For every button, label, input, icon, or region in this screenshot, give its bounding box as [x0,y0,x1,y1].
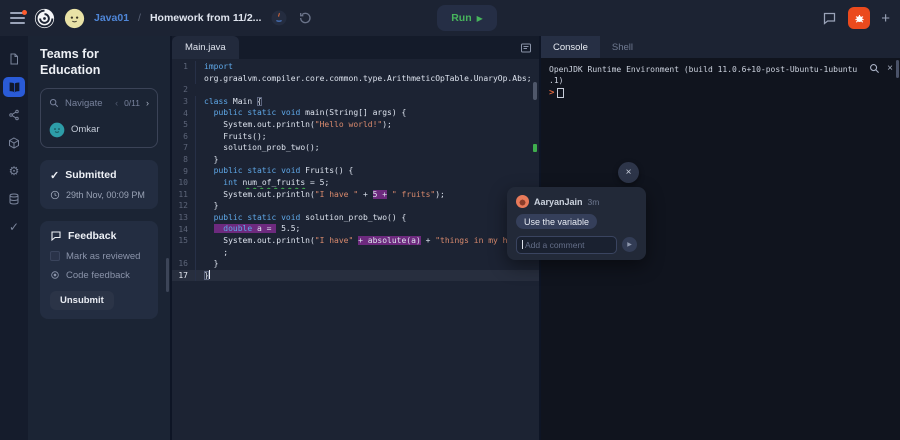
teams-education-panel: Teams for Education Navigate ‹ 0/11 › Om… [28,36,170,440]
top-bar: Java01 / Homework from 11/2... Run ▶ + [0,0,900,36]
mark-reviewed-checkbox[interactable] [50,251,60,261]
student-avatar [49,122,65,138]
feedback-title: Feedback [68,230,116,242]
code-line[interactable]: 15 System.out.println("I have" + absolut… [172,235,539,247]
breadcrumb-repl-title[interactable]: Homework from 11/2... [150,12,261,24]
code-feedback-label: Code feedback [66,270,130,281]
commenter-avatar [516,195,529,208]
share-icon[interactable] [3,105,25,125]
code-line[interactable]: 5 System.out.println("Hello world!"); [172,119,539,131]
comment-input[interactable]: Add a comment [516,236,617,254]
code-line[interactable]: 3class Main { [172,96,539,108]
text-cursor [522,240,523,249]
package-icon[interactable] [3,133,25,153]
console-line: OpenJDK Runtime Environment (build 11.0.… [549,65,892,76]
code-line[interactable]: 2 [172,84,539,96]
console-tab-bar: Console Shell [541,36,900,58]
console-line: .1) [549,76,892,87]
navigate-card: Navigate ‹ 0/11 › Omkar [40,88,158,148]
comment-send-button[interactable]: ▶ [622,237,637,252]
submitted-timestamp: 29th Nov, 00:09 PM [66,190,145,200]
search-icon [49,98,59,108]
code-line[interactable]: 4 public static void main(String[] args)… [172,107,539,119]
mark-reviewed-label: Mark as reviewed [66,251,140,262]
sidebar-scrollbar[interactable] [166,258,169,292]
play-icon: ▶ [477,14,483,23]
panel-title: Teams for Education [40,46,158,79]
comment-input-placeholder: Add a comment [525,240,585,250]
editor-caret [209,270,211,279]
database-icon[interactable] [3,189,25,209]
code-line[interactable]: 14 double a = 5.5; [172,223,539,235]
unsubmit-button[interactable]: Unsubmit [50,291,114,310]
student-name: Omkar [71,124,100,135]
console-cursor[interactable] [557,88,564,98]
code-line[interactable]: 7 solution_prob_two(); [172,142,539,154]
navigate-input[interactable]: Navigate [65,98,109,109]
code-line[interactable]: 1import [172,61,539,73]
gear-icon[interactable]: ⚙ [3,161,25,181]
history-icon[interactable] [297,10,313,26]
code-line[interactable]: 9 public static void Fruits() { [172,165,539,177]
bug-report-button[interactable] [848,7,870,29]
console-clear-icon[interactable]: × [887,64,893,74]
left-icon-rail: ⚙ ✓ [0,36,28,440]
student-row[interactable]: Omkar [49,122,149,138]
education-book-icon[interactable] [3,77,25,97]
code-line[interactable]: 17} [172,270,539,282]
code-line[interactable]: 8 } [172,154,539,166]
feedback-bubble-icon [50,230,62,242]
commenter-name: AaryanJain [534,197,583,207]
new-tab-plus-icon[interactable]: + [881,10,890,27]
code-line[interactable]: ; [172,247,539,259]
console-scrollbar[interactable] [896,60,899,78]
comment-text: Use the variable [516,214,597,229]
editor-warning-mark [533,144,537,152]
comment-close-button[interactable]: × [618,162,639,183]
tab-main-java[interactable]: Main.java [172,36,239,59]
mark-reviewed-row[interactable]: Mark as reviewed [50,251,148,262]
run-button[interactable]: Run ▶ [437,5,497,31]
notification-dot [22,10,27,15]
submitted-card: ✓ Submitted 29th Nov, 00:09 PM [40,160,158,209]
tab-shell[interactable]: Shell [600,36,645,58]
code-line[interactable]: 12 } [172,200,539,212]
code-lines[interactable]: 1importorg.graalvm.compiler.core.common.… [172,61,539,440]
checkmark-icon[interactable]: ✓ [3,217,25,237]
editor-options-icon[interactable] [520,42,532,54]
file-icon[interactable] [3,49,25,69]
submitted-check-icon: ✓ [50,169,59,182]
code-line[interactable]: 13 public static void solution_prob_two(… [172,212,539,224]
feedback-card: Feedback Mark as reviewed Code feedback … [40,221,158,319]
breadcrumb-team-link[interactable]: Java01 [94,12,129,24]
comment-popup: AaryanJain 3m Use the variable Add a com… [507,187,646,260]
code-line[interactable]: 16 } [172,258,539,270]
submitted-title: Submitted [65,169,116,181]
java-file-badge-icon [270,9,288,27]
chat-icon[interactable] [822,11,837,26]
prev-result-chevron[interactable]: ‹ [115,98,118,108]
user-avatar[interactable] [64,8,85,29]
replit-logo-icon[interactable] [34,8,55,29]
tab-console[interactable]: Console [541,36,600,58]
editor-tab-bar: Main.java [172,36,539,59]
next-result-chevron[interactable]: › [146,98,149,108]
code-feedback-target-icon [50,270,60,280]
code-feedback-row[interactable]: Code feedback [50,270,148,281]
console-output-lines: OpenJDK Runtime Environment (build 11.0.… [549,65,892,86]
code-line[interactable]: 11 System.out.println("I have " + 5 + " … [172,189,539,201]
breadcrumb-separator: / [138,12,141,24]
code-line[interactable]: 10 int num_of_fruits = 5; [172,177,539,189]
code-line[interactable]: 6 Fruits(); [172,131,539,143]
console-search-icon[interactable] [869,63,880,74]
menu-hamburger-icon[interactable] [10,12,25,24]
console-prompt: > [549,88,554,98]
comment-timestamp: 3m [588,197,600,207]
code-editor-panel: Main.java 1importorg.graalvm.compiler.co… [172,36,539,440]
result-counter: 0/11 [124,98,140,108]
code-line[interactable]: org.graalvm.compiler.core.common.type.Ar… [172,73,539,85]
editor-scrollbar[interactable] [533,82,537,100]
clock-icon [50,190,60,200]
